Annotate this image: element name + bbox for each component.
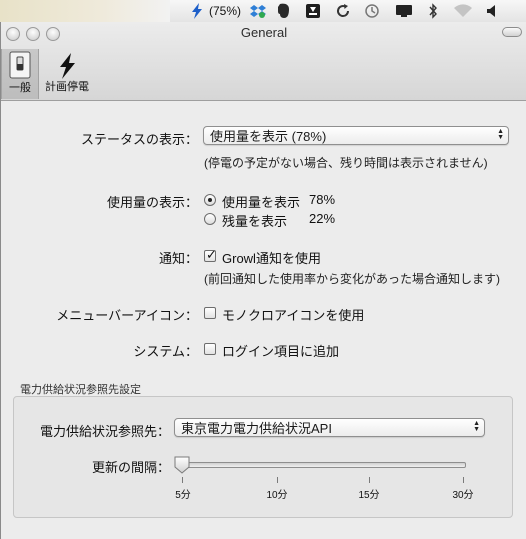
volume-icon[interactable] bbox=[484, 2, 500, 20]
wifi-icon[interactable] bbox=[452, 2, 474, 20]
source-settings-title: 電力供給状況参照先設定 bbox=[20, 384, 141, 396]
growl-checkbox-label: Growl通知を使用 bbox=[222, 251, 321, 266]
status-display-popup[interactable]: 使用量を表示 (78%) ▲ ▼ bbox=[203, 126, 509, 145]
toolbar-general-label: 一般 bbox=[9, 82, 31, 94]
window-title: General bbox=[240, 25, 288, 40]
title-bar: General 一般 計画停電 bbox=[1, 22, 526, 101]
source-popup[interactable]: 東京電力電力供給状況API ▲ ▼ bbox=[174, 418, 485, 437]
monochrome-icon-checkbox[interactable] bbox=[204, 307, 216, 319]
popup-arrows-icon: ▲ ▼ bbox=[497, 128, 504, 141]
menu-bar-background bbox=[0, 0, 170, 22]
notification-note: (前回通知した使用率から変化があった場合通知します) bbox=[204, 272, 500, 286]
interval-slider-knob[interactable] bbox=[174, 456, 190, 474]
system-label: システム： bbox=[133, 344, 198, 359]
sync-icon[interactable] bbox=[334, 2, 352, 20]
popup-arrows-icon: ▲ ▼ bbox=[473, 420, 480, 433]
time-machine-icon[interactable] bbox=[363, 2, 381, 20]
source-value: 東京電力電力供給状況API bbox=[181, 421, 332, 436]
radio-usage[interactable] bbox=[204, 194, 216, 206]
bluetooth-icon[interactable] bbox=[426, 2, 440, 20]
interval-tick-label: 5分 bbox=[175, 490, 191, 501]
toolbar-planned-outage-label: 計画停電 bbox=[45, 81, 89, 93]
interval-tick-label: 30分 bbox=[452, 490, 474, 501]
evernote-icon[interactable] bbox=[276, 2, 292, 20]
status-display-note: (停電の予定がない場合、残り時間は表示されません) bbox=[204, 156, 488, 170]
radio-remaining-value: 22% bbox=[309, 211, 336, 226]
usage-display-label: 使用量の表示： bbox=[106, 195, 198, 210]
lightning-bolt-status-icon[interactable] bbox=[188, 2, 206, 20]
toggle-switch-icon bbox=[9, 51, 31, 79]
toolbar-planned-outage-button[interactable]: 計画停電 bbox=[43, 49, 91, 99]
growl-checkbox[interactable]: ✓ bbox=[204, 247, 217, 262]
interval-tick bbox=[182, 477, 183, 483]
login-item-checkbox-label: ログイン項目に追加 bbox=[222, 344, 340, 359]
login-item-checkbox[interactable] bbox=[204, 343, 216, 355]
spaces-icon[interactable] bbox=[304, 2, 322, 20]
radio-remaining[interactable] bbox=[204, 213, 216, 225]
source-label: 電力供給状況参照先： bbox=[39, 424, 170, 439]
checkmark-icon: ✓ bbox=[206, 247, 217, 262]
interval-tick bbox=[463, 477, 464, 483]
interval-tick-label: 15分 bbox=[358, 490, 380, 501]
radio-remaining-label: 残量を表示 bbox=[222, 214, 288, 229]
lightning-bolt-icon bbox=[60, 53, 75, 79]
display-icon[interactable] bbox=[394, 2, 414, 20]
radio-usage-label: 使用量を表示 bbox=[222, 195, 301, 210]
radio-usage-value: 78% bbox=[309, 192, 336, 207]
toolbar-toggle-button[interactable] bbox=[502, 27, 522, 37]
interval-label: 更新の間隔： bbox=[91, 460, 170, 475]
menu-bar: (75%) bbox=[0, 0, 526, 23]
status-display-value: 使用量を表示 (78%) bbox=[210, 129, 327, 144]
toolbar-general-button[interactable]: 一般 bbox=[1, 49, 39, 99]
dropbox-icon[interactable] bbox=[249, 2, 267, 20]
interval-tick bbox=[277, 477, 278, 483]
interval-slider-track[interactable] bbox=[176, 462, 466, 468]
notification-label: 通知： bbox=[158, 251, 198, 266]
status-display-label: ステータスの表示： bbox=[80, 132, 198, 147]
menu-icon-label: メニューバーアイコン： bbox=[56, 308, 198, 323]
battery-percent-text[interactable]: (75%) bbox=[207, 2, 243, 20]
interval-tick-label: 10分 bbox=[266, 490, 288, 501]
interval-tick bbox=[369, 477, 370, 483]
monochrome-icon-checkbox-label: モノクロアイコンを使用 bbox=[222, 308, 365, 323]
